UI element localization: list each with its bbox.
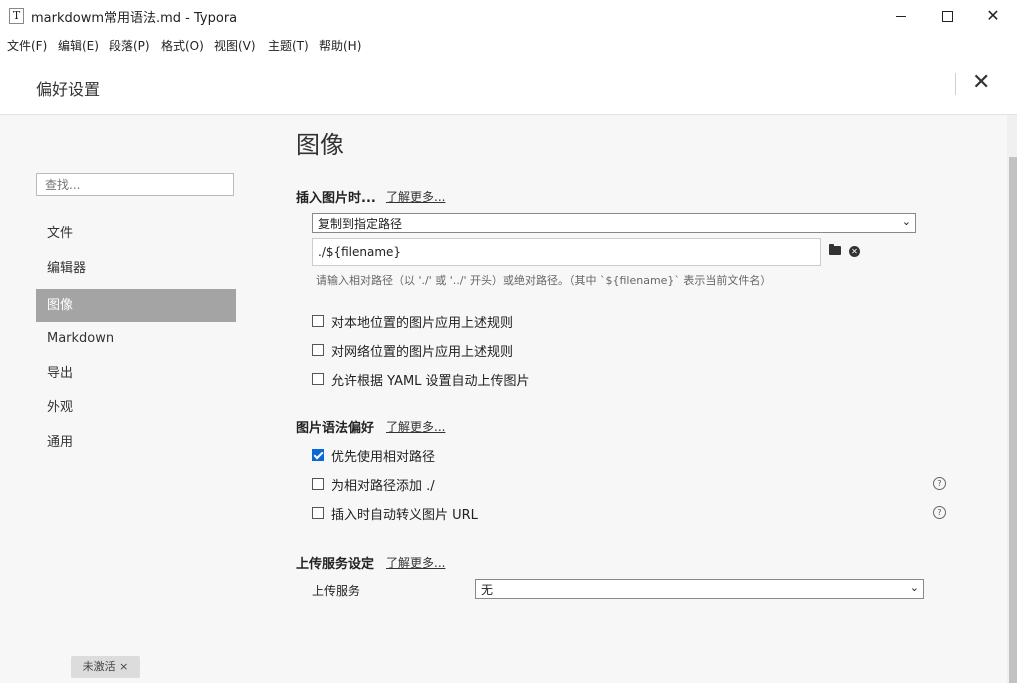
image-path-input[interactable]: ./${filename} — [312, 238, 821, 266]
option-label: 为相对路径添加 ./ — [331, 478, 435, 494]
sidebar-item-editor[interactable]: 编辑器 — [36, 252, 236, 285]
menu-bar: 文件(F) 编辑(E) 段落(P) 格式(O) 视图(V) 主题(T) 帮助(H… — [0, 34, 1017, 56]
preferences-body: 文件 编辑器 图像 Markdown 导出 外观 通用 图像 插入图片时... … — [0, 115, 1017, 683]
upload-service-label: 上传服务 — [312, 584, 361, 598]
option-label: 优先使用相对路径 — [331, 449, 436, 465]
syntax-section-title: 图片语法偏好 — [296, 421, 375, 436]
syntax-learn-more-link[interactable]: 了解更多... — [386, 418, 445, 435]
checkbox-local-images[interactable] — [312, 315, 324, 327]
option-label: 插入时自动转义图片 URL — [331, 507, 478, 523]
folder-icon[interactable] — [829, 244, 841, 255]
sidebar-item-export[interactable]: 导出 — [36, 357, 236, 390]
menu-file[interactable]: 文件(F) — [7, 37, 47, 54]
header-divider — [955, 73, 956, 95]
upload-service-value: 无 — [481, 583, 494, 597]
minimize-button[interactable] — [878, 0, 924, 32]
option-label: 对网络位置的图片应用上述规则 — [331, 344, 514, 360]
close-icon: ✕ — [986, 6, 1000, 25]
chevron-down-icon: ⌄ — [901, 215, 911, 228]
checkbox-prefer-relative[interactable] — [312, 449, 324, 461]
maximize-button[interactable] — [924, 0, 970, 32]
upload-section-title: 上传服务设定 — [296, 557, 375, 572]
option-network-images[interactable]: 对网络位置的图片应用上述规则 — [312, 341, 514, 360]
sidebar-item-general[interactable]: 通用 — [36, 426, 236, 459]
sidebar-item-file[interactable]: 文件 — [36, 217, 236, 250]
menu-theme[interactable]: 主题(T) — [268, 37, 309, 54]
help-icon[interactable]: ? — [933, 506, 946, 519]
insert-action-select[interactable]: 复制到指定路径 ⌄ — [312, 213, 916, 233]
path-hint-text: 请输入相对路径（以 './' 或 '../' 开头）或绝对路径。（其中 `${f… — [316, 274, 772, 287]
insert-image-section-title: 插入图片时... — [296, 191, 376, 206]
page-title: 图像 — [296, 131, 344, 159]
typora-app-icon: T — [9, 8, 24, 24]
insert-action-value: 复制到指定路径 — [318, 217, 403, 231]
checkbox-escape-url[interactable] — [312, 507, 324, 519]
preferences-header: 偏好设置 ✕ — [0, 60, 1017, 115]
option-add-dot-slash[interactable]: 为相对路径添加 ./ — [312, 475, 435, 494]
close-window-button[interactable]: ✕ — [970, 0, 1016, 32]
title-bar: T markdowm常用语法.md - Typora ✕ — [0, 0, 1017, 32]
option-yaml-upload[interactable]: 允许根据 YAML 设置自动上传图片 — [312, 370, 530, 389]
preferences-title: 偏好设置 — [36, 80, 101, 99]
maximize-icon — [941, 10, 953, 22]
option-escape-url[interactable]: 插入时自动转义图片 URL — [312, 504, 478, 523]
option-prefer-relative[interactable]: 优先使用相对路径 — [312, 446, 436, 465]
sidebar-item-image[interactable]: 图像 — [36, 289, 236, 322]
menu-paragraph[interactable]: 段落(P) — [109, 37, 150, 54]
option-local-images[interactable]: 对本地位置的图片应用上述规则 — [312, 312, 514, 331]
unactivated-badge[interactable]: 未激活 × — [71, 656, 140, 678]
checkbox-yaml-upload[interactable] — [312, 373, 324, 385]
search-input[interactable] — [36, 173, 234, 196]
checkbox-add-dot-slash[interactable] — [312, 478, 324, 490]
clear-icon[interactable]: ✕ — [849, 246, 860, 257]
upload-service-select[interactable]: 无 ⌄ — [475, 579, 924, 599]
chevron-down-icon: ⌄ — [909, 581, 919, 594]
upload-learn-more-link[interactable]: 了解更多... — [386, 554, 445, 571]
close-preferences-button[interactable]: ✕ — [972, 71, 990, 95]
menu-edit[interactable]: 编辑(E) — [58, 37, 99, 54]
menu-help[interactable]: 帮助(H) — [319, 37, 361, 54]
minimize-icon — [896, 15, 906, 17]
sidebar-item-markdown[interactable]: Markdown — [36, 322, 236, 355]
option-label: 允许根据 YAML 设置自动上传图片 — [331, 373, 530, 389]
sidebar-item-appearance[interactable]: 外观 — [36, 391, 236, 424]
insert-learn-more-link[interactable]: 了解更多... — [386, 188, 445, 205]
window-title: markdowm常用语法.md - Typora — [31, 11, 238, 26]
menu-format[interactable]: 格式(O) — [161, 37, 204, 54]
help-icon[interactable]: ? — [933, 477, 946, 490]
menu-view[interactable]: 视图(V) — [214, 37, 256, 54]
option-label: 对本地位置的图片应用上述规则 — [331, 315, 514, 331]
scrollbar-thumb[interactable] — [1009, 157, 1017, 683]
checkbox-network-images[interactable] — [312, 344, 324, 356]
